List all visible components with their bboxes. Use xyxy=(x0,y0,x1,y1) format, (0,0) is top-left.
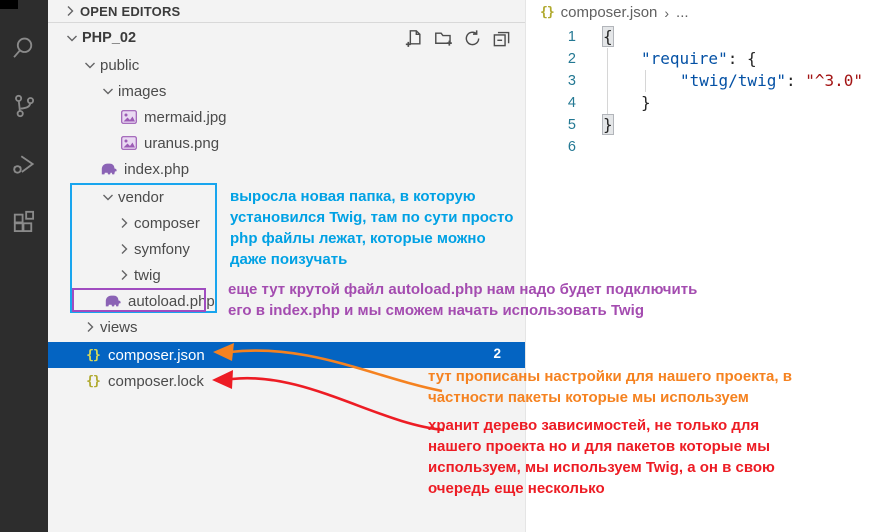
code-line: 1 { xyxy=(526,26,877,48)
open-editors-section[interactable]: OPEN EDITORS xyxy=(48,0,525,22)
composer-json-note: тут прописаны настройки для нашего проек… xyxy=(428,366,792,408)
line-number: 6 xyxy=(526,136,576,158)
indent-guide xyxy=(645,70,646,92)
code-editor[interactable]: 1 { 2 "require": { 3 "twig/twig": "^3.0"… xyxy=(526,26,877,158)
chevron-down-icon xyxy=(82,57,98,73)
line-number: 1 xyxy=(526,26,576,48)
code-line: 5 } xyxy=(526,114,877,136)
chevron-right-icon xyxy=(116,215,132,231)
window-edge xyxy=(0,0,18,9)
chevron-right-icon xyxy=(116,241,132,257)
breadcrumb-file[interactable]: composer.json xyxy=(561,4,658,21)
breadcrumb-more[interactable]: ... xyxy=(676,4,689,21)
composer-lock-note: хранит дерево зависимостей, не только дл… xyxy=(428,415,775,499)
refresh-icon[interactable] xyxy=(463,29,482,48)
php-file-icon xyxy=(104,293,122,309)
search-icon[interactable] xyxy=(10,34,38,62)
indent-guide xyxy=(607,48,608,114)
new-file-icon[interactable] xyxy=(405,29,424,48)
json-file-icon: {} xyxy=(84,373,102,389)
explorer-toolbar xyxy=(405,29,511,48)
chevron-down-icon xyxy=(64,30,80,46)
json-file-icon: {} xyxy=(84,347,102,363)
image-file-icon xyxy=(120,109,138,125)
vscode-window: OPEN EDITORS PHP_02 public images mermai… xyxy=(0,0,877,532)
activity-bar xyxy=(0,0,48,532)
run-and-debug-icon[interactable] xyxy=(10,150,38,178)
tree-item-uranus-png[interactable]: uranus.png xyxy=(48,130,525,156)
line-number: 4 xyxy=(526,92,576,114)
tree-item-index-php[interactable]: index.php xyxy=(48,156,525,182)
code-line: 3 "twig/twig": "^3.0" xyxy=(526,70,877,92)
breadcrumb: {} composer.json › ... xyxy=(540,0,689,25)
code-line: 4 } xyxy=(526,92,877,114)
code-line: 2 "require": { xyxy=(526,48,877,70)
tree-item-mermaid-jpg[interactable]: mermaid.jpg xyxy=(48,104,525,130)
problems-badge: 2 xyxy=(493,346,501,361)
line-number: 3 xyxy=(526,70,576,92)
section-divider xyxy=(48,22,525,23)
open-editors-label: OPEN EDITORS xyxy=(80,4,180,19)
chevron-right-icon xyxy=(116,267,132,283)
extensions-icon[interactable] xyxy=(10,208,38,236)
autoload-note: еще тут крутой файл autoload.php нам над… xyxy=(228,279,697,321)
chevron-down-icon xyxy=(100,189,116,205)
tree-item-images[interactable]: images xyxy=(48,78,525,104)
json-file-icon: {} xyxy=(540,5,554,20)
chevron-right-icon xyxy=(82,319,98,335)
tree-item-composer-json[interactable]: {} composer.json 2 xyxy=(48,342,525,368)
breadcrumb-separator-icon: › xyxy=(664,5,669,21)
collapse-all-icon[interactable] xyxy=(492,29,511,48)
chevron-down-icon xyxy=(100,83,116,99)
line-number: 5 xyxy=(526,114,576,136)
code-line: 6 xyxy=(526,136,877,158)
vendor-note: выросла новая папка, в которую установил… xyxy=(230,186,513,270)
tree-item-public[interactable]: public xyxy=(48,52,525,78)
php-file-icon xyxy=(100,161,118,177)
image-file-icon xyxy=(120,135,138,151)
chevron-right-icon xyxy=(62,3,78,19)
line-number: 2 xyxy=(526,48,576,70)
source-control-icon[interactable] xyxy=(10,92,38,120)
new-folder-icon[interactable] xyxy=(434,29,453,48)
